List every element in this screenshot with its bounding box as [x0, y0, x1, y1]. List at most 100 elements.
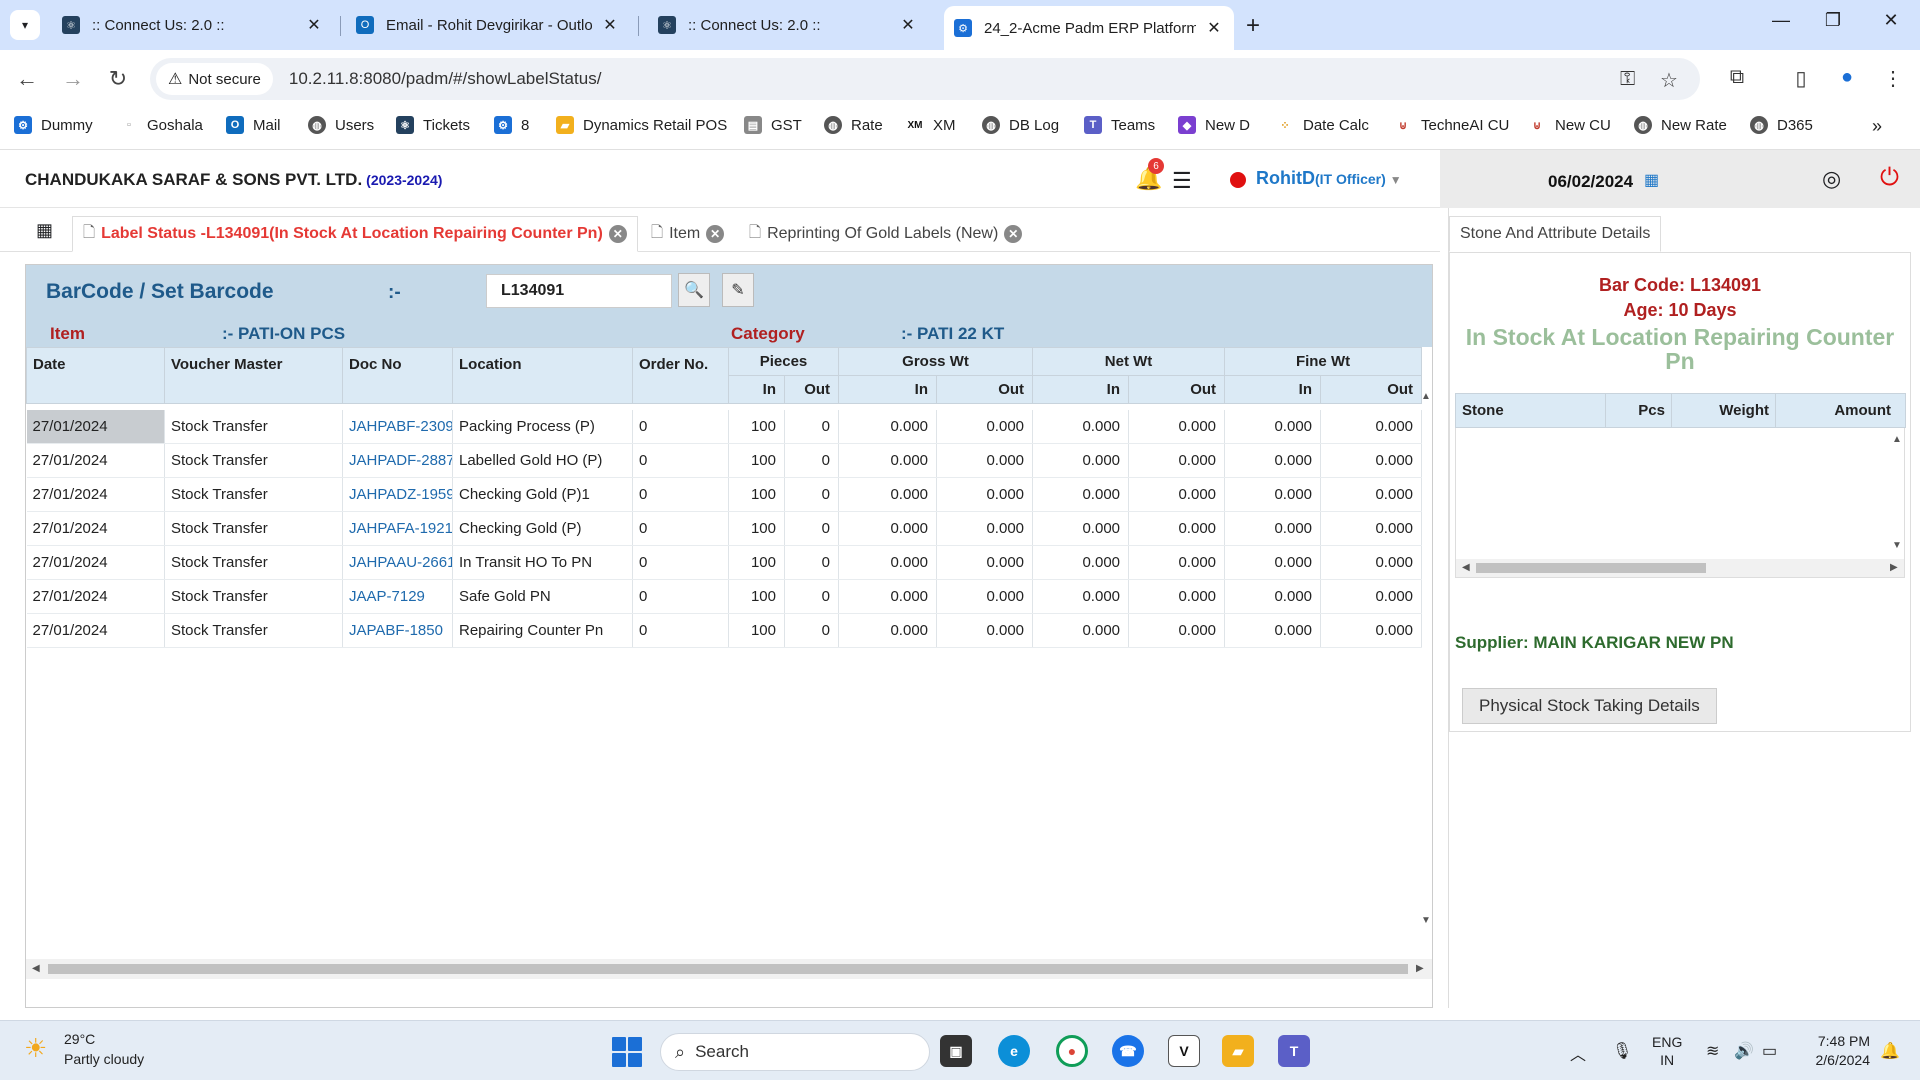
- scroll-left-arrow-icon[interactable]: ◀: [1462, 562, 1470, 573]
- col-weight[interactable]: Weight: [1671, 393, 1776, 428]
- app-grid-icon[interactable]: ▦: [36, 220, 53, 241]
- close-window-icon[interactable]: ✕: [1876, 10, 1906, 31]
- new-tab-button[interactable]: +: [1246, 12, 1260, 40]
- cell-doc-no[interactable]: JAHPADF-2887: [342, 443, 453, 478]
- minimize-icon[interactable]: —: [1766, 10, 1796, 31]
- tab-stone-attribute-details[interactable]: Stone And Attribute Details: [1449, 216, 1662, 252]
- phone-app-icon[interactable]: ☎: [1112, 1035, 1144, 1067]
- cell-doc-no[interactable]: JAPABF-1850: [342, 613, 453, 648]
- list-menu-icon[interactable]: ☰: [1172, 168, 1192, 194]
- cell-doc-no[interactable]: JAHPAFA-1921: [342, 511, 453, 546]
- taskbar-search[interactable]: ⌕ Search: [660, 1033, 930, 1071]
- restore-icon[interactable]: ❐: [1818, 10, 1848, 31]
- profile-avatar-icon[interactable]: ●: [1832, 66, 1862, 89]
- cell-doc-no[interactable]: JAHPADZ-1959: [342, 477, 453, 512]
- cell-doc-no[interactable]: JAHPABF-2309: [342, 409, 453, 444]
- bookmark-mail[interactable]: O Mail: [226, 116, 281, 134]
- show-hidden-icons-chevron-icon[interactable]: ︿: [1570, 1041, 1586, 1065]
- grid-horizontal-scrollbar[interactable]: ◀ ▶: [26, 959, 1432, 979]
- table-row[interactable]: 27/01/2024 Stock Transfer JAHPADZ-1959 Chec…: [26, 477, 1423, 512]
- chrome-browser-icon[interactable]: ●: [1056, 1035, 1088, 1067]
- col-stone[interactable]: Stone: [1455, 393, 1606, 428]
- tab-item[interactable]: 🗋 Item ✕: [640, 216, 735, 252]
- system-clock[interactable]: 7:48 PM 2/6/2024: [1800, 1032, 1871, 1070]
- bookmark-dynamics-retail-pos[interactable]: ▰ Dynamics Retail POS: [556, 116, 727, 134]
- security-chip[interactable]: ⚠ Not secure: [156, 63, 273, 95]
- bookmark-tickets[interactable]: ⚛ Tickets: [396, 116, 470, 134]
- browser-tab-3[interactable]: ⚛ :: Connect Us: 2.0 :: ✕: [648, 8, 928, 42]
- scroll-down-arrow-icon[interactable]: ▼: [1421, 915, 1431, 926]
- close-tab-icon[interactable]: ✕: [608, 225, 627, 243]
- url-text[interactable]: 10.2.11.8:8080/padm/#/showLabelStatus/: [289, 69, 602, 89]
- bookmark-d365[interactable]: ◍ D365: [1750, 116, 1813, 134]
- col-location[interactable]: Location: [452, 347, 633, 404]
- tab-search-chevron-icon[interactable]: ▾: [10, 10, 40, 40]
- scroll-right-arrow-icon[interactable]: ▶: [1890, 562, 1898, 573]
- edit-button[interactable]: ✎: [722, 273, 754, 307]
- browser-tab-1[interactable]: ⚛ :: Connect Us: 2.0 :: ✕: [52, 8, 334, 42]
- bookmark-date-calc[interactable]: ⁘ Date Calc: [1276, 116, 1368, 134]
- close-tab-icon[interactable]: ✕: [706, 225, 725, 243]
- bookmark-8[interactable]: ⚙ 8: [494, 116, 529, 134]
- close-tab-icon[interactable]: ✕: [600, 15, 620, 35]
- browser-tab-4-active[interactable]: ⚙ 24_2-Acme Padm ERP Platform ✕: [944, 6, 1234, 50]
- col-fine-in[interactable]: In: [1224, 375, 1322, 404]
- language-indicator[interactable]: ENG IN: [1652, 1033, 1682, 1069]
- volume-icon[interactable]: 🔊: [1734, 1041, 1754, 1061]
- file-explorer-icon[interactable]: ▰: [1222, 1035, 1254, 1067]
- col-net-in[interactable]: In: [1032, 375, 1130, 404]
- star-bookmark-icon[interactable]: ☆: [1660, 68, 1678, 93]
- bookmark-gst[interactable]: ▤ GST: [744, 116, 802, 134]
- scrollbar-thumb[interactable]: [48, 964, 1408, 974]
- col-doc-no[interactable]: Doc No: [342, 347, 453, 404]
- bookmark-xm[interactable]: XM XM: [906, 116, 956, 134]
- bookmark-goshala[interactable]: ▫ Goshala: [120, 116, 203, 134]
- reload-icon[interactable]: ↻: [103, 66, 133, 92]
- cell-doc-no[interactable]: JAAP-7129: [342, 579, 453, 614]
- physical-stock-taking-button[interactable]: Physical Stock Taking Details: [1462, 688, 1717, 724]
- bookmark-db-log[interactable]: ◍ DB Log: [982, 116, 1059, 134]
- more-bookmarks-chevron-icon[interactable]: »: [1872, 116, 1882, 137]
- table-row[interactable]: 27/01/2024 Stock Transfer JAAP-7129 Safe Go…: [26, 579, 1423, 614]
- wifi-icon[interactable]: ≋: [1706, 1041, 1719, 1061]
- browser-tab-2[interactable]: O Email - Rohit Devgirikar - Outlo ✕: [346, 8, 630, 42]
- key-icon[interactable]: ⚿: [1620, 68, 1635, 91]
- user-menu[interactable]: RohitD(IT Officer) ▼: [1256, 168, 1402, 189]
- vnc-viewer-icon[interactable]: V: [1168, 1035, 1200, 1067]
- col-date[interactable]: Date: [26, 347, 165, 404]
- table-row[interactable]: 27/01/2024 Stock Transfer JAPABF-1850 Repai…: [26, 613, 1423, 648]
- col-order-no[interactable]: Order No.: [632, 347, 729, 404]
- close-tab-icon[interactable]: ✕: [1204, 18, 1224, 38]
- eye-slash-icon[interactable]: ◎: [1822, 166, 1841, 192]
- bookmark-new-rate[interactable]: ◍ New Rate: [1634, 116, 1727, 134]
- bookmark-rate[interactable]: ◍ Rate: [824, 116, 883, 134]
- col-gross-out[interactable]: Out: [936, 375, 1034, 404]
- col-pcs[interactable]: Pcs: [1605, 393, 1672, 428]
- table-row[interactable]: 27/01/2024 Stock Transfer JAHPADF-2887 Labe…: [26, 443, 1423, 478]
- tab-label-status[interactable]: 🗋 Label Status -L134091(In Stock At Loca…: [72, 216, 638, 252]
- col-fine-out[interactable]: Out: [1320, 375, 1423, 404]
- forward-arrow-icon[interactable]: →: [58, 66, 88, 92]
- col-gross-in[interactable]: In: [838, 375, 938, 404]
- bookmark-dummy[interactable]: ⚙ Dummy: [14, 116, 93, 134]
- side-panel-icon[interactable]: ▯: [1786, 66, 1816, 91]
- close-tab-icon[interactable]: ✕: [1004, 225, 1023, 243]
- col-voucher-master[interactable]: Voucher Master: [164, 347, 343, 404]
- scroll-up-arrow-icon[interactable]: ▲: [1892, 434, 1902, 445]
- close-tab-icon[interactable]: ✕: [304, 15, 324, 35]
- edge-browser-icon[interactable]: e: [998, 1035, 1030, 1067]
- bookmark-users[interactable]: ◍ Users: [308, 116, 374, 134]
- scroll-down-arrow-icon[interactable]: ▼: [1892, 540, 1902, 551]
- teams-app-icon[interactable]: T: [1278, 1035, 1310, 1067]
- table-row[interactable]: 27/01/2024 Stock Transfer JAHPAAU-2661 In T…: [26, 545, 1423, 580]
- address-bar[interactable]: ⚠ Not secure 10.2.11.8:8080/padm/#/showL…: [150, 58, 1700, 100]
- cell-doc-no[interactable]: JAHPAAU-2661: [342, 545, 453, 580]
- power-logout-icon[interactable]: ⏻: [1880, 164, 1899, 192]
- stone-horizontal-scrollbar[interactable]: ◀ ▶: [1456, 559, 1904, 577]
- calendar-icon[interactable]: ▦: [1644, 170, 1659, 190]
- back-arrow-icon[interactable]: ←: [12, 66, 42, 92]
- table-row[interactable]: 27/01/2024 Stock Transfer JAHPAFA-1921 Chec…: [26, 511, 1423, 546]
- grid-vertical-scrollbar[interactable]: ▲ ▼: [1418, 391, 1432, 931]
- bookmark-new-d[interactable]: ◆ New D: [1178, 116, 1250, 134]
- bookmark-teams[interactable]: T Teams: [1084, 116, 1155, 134]
